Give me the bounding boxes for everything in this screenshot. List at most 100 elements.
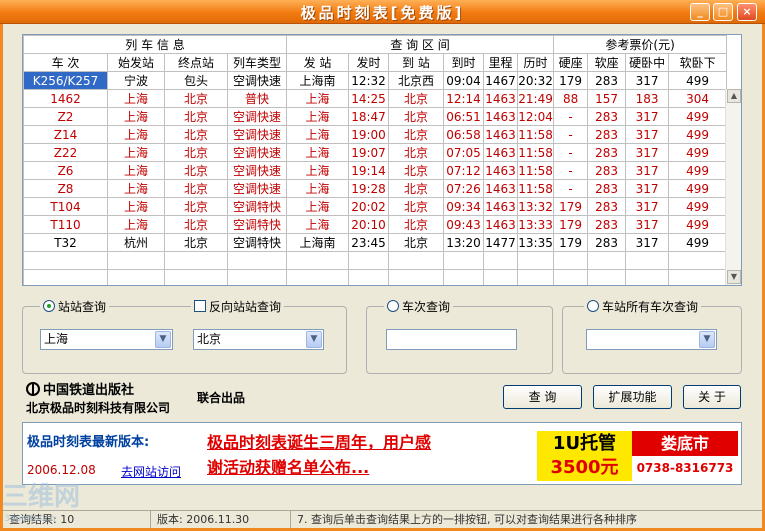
table-cell[interactable]: 157 — [587, 89, 627, 108]
table-cell[interactable]: 19:00 — [348, 125, 390, 144]
reverse-query-option[interactable]: 反向站站查询 — [191, 298, 285, 314]
table-cell[interactable]: 上海 — [107, 107, 165, 126]
table-row[interactable]: Z2 上海 北京 空调快速 上海 18:47 北京 06:51 1463 12:04-283 317… — [23, 107, 728, 126]
column-header[interactable]: 终点站 — [164, 53, 228, 72]
table-cell[interactable]: 空调快速 — [226, 71, 288, 90]
table-cell[interactable]: 18:47 — [348, 107, 390, 126]
table-cell[interactable]: - — [553, 143, 589, 162]
visit-website-link[interactable]: 去网站访问 — [121, 463, 181, 480]
table-cell[interactable]: 北京 — [388, 125, 445, 144]
table-cell[interactable]: K256/K257 — [23, 71, 108, 90]
table-cell[interactable]: 499 — [668, 107, 728, 126]
radio-icon[interactable] — [587, 300, 599, 312]
table-cell[interactable]: 11:58 — [517, 179, 555, 198]
table-cell[interactable]: T32 — [23, 233, 108, 252]
table-cell[interactable]: 北京 — [164, 197, 228, 216]
table-cell[interactable]: 179 — [553, 233, 589, 252]
chevron-down-icon[interactable]: ▼ — [306, 331, 322, 348]
table-cell[interactable]: 317 — [625, 143, 670, 162]
column-header[interactable]: 发时 — [348, 53, 390, 72]
table-cell[interactable]: - — [553, 107, 589, 126]
column-header[interactable]: 历时 — [517, 53, 555, 72]
table-cell[interactable]: 317 — [625, 233, 670, 252]
table-cell[interactable]: 上海 — [107, 125, 165, 144]
city-ad[interactable]: 娄底市 0738-8316773 — [632, 431, 738, 481]
table-cell[interactable]: 499 — [668, 179, 728, 198]
table-cell[interactable]: 179 — [553, 71, 589, 90]
table-cell[interactable]: 09:34 — [443, 197, 485, 216]
table-cell[interactable]: 上海 — [286, 125, 350, 144]
table-cell[interactable]: 317 — [625, 197, 670, 216]
table-cell[interactable]: 北京 — [388, 89, 445, 108]
table-cell[interactable]: 上海 — [286, 179, 350, 198]
table-cell[interactable]: 1477 — [483, 233, 519, 252]
table-cell[interactable]: 空调特快 — [226, 233, 288, 252]
query-button[interactable]: 查 询 — [503, 385, 582, 409]
table-cell[interactable]: 499 — [668, 71, 728, 90]
table-cell[interactable]: 北京 — [388, 161, 445, 180]
table-cell[interactable]: 北京西 — [388, 71, 445, 90]
table-cell[interactable]: Z8 — [23, 179, 108, 198]
table-cell[interactable]: 北京 — [388, 179, 445, 198]
table-cell[interactable]: 13:33 — [517, 215, 555, 234]
column-header[interactable]: 硬座 — [553, 53, 589, 72]
table-cell[interactable]: 上海 — [107, 197, 165, 216]
table-row[interactable]: Z14 上海 北京 空调快速 上海 19:00 北京 06:58 1463 11:58-283 31… — [23, 125, 728, 144]
table-cell[interactable]: 07:26 — [443, 179, 485, 198]
table-cell[interactable]: 北京 — [164, 107, 228, 126]
table-cell[interactable]: 21:49 — [517, 89, 555, 108]
column-header[interactable]: 到时 — [443, 53, 485, 72]
table-cell[interactable]: 499 — [668, 125, 728, 144]
table-cell[interactable]: 北京 — [388, 197, 445, 216]
table-cell[interactable]: 283 — [587, 179, 627, 198]
column-header[interactable]: 里程 — [483, 53, 519, 72]
table-cell[interactable]: 19:14 — [348, 161, 390, 180]
table-cell[interactable]: 06:51 — [443, 107, 485, 126]
table-cell[interactable]: 上海 — [286, 89, 350, 108]
table-cell[interactable]: 空调特快 — [226, 197, 288, 216]
table-cell[interactable]: 283 — [587, 233, 627, 252]
table-cell[interactable]: 包头 — [164, 71, 228, 90]
table-cell[interactable]: 283 — [587, 107, 627, 126]
vertical-scrollbar[interactable]: ▲ ▼ — [725, 89, 741, 285]
table-cell[interactable]: 北京 — [164, 215, 228, 234]
news-line[interactable]: 谢活动获赠名单公布... — [207, 455, 537, 480]
table-cell[interactable]: 179 — [553, 197, 589, 216]
table-cell[interactable]: 11:58 — [517, 125, 555, 144]
table-cell[interactable]: 23:45 — [348, 233, 390, 252]
table-cell[interactable]: T110 — [23, 215, 108, 234]
hosting-ad[interactable]: 1U托管 3500元 — [537, 431, 632, 481]
table-cell[interactable]: - — [553, 161, 589, 180]
table-cell[interactable]: 183 — [625, 89, 670, 108]
column-header[interactable]: 车 次 — [23, 53, 108, 72]
table-cell[interactable]: 杭州 — [107, 233, 165, 252]
chevron-down-icon[interactable]: ▼ — [699, 331, 715, 348]
table-cell[interactable]: 499 — [668, 233, 728, 252]
table-cell[interactable]: 1463 — [483, 107, 519, 126]
table-cell[interactable]: Z6 — [23, 161, 108, 180]
table-cell[interactable]: 317 — [625, 161, 670, 180]
table-cell[interactable]: 12:14 — [443, 89, 485, 108]
table-cell[interactable]: 空调快速 — [226, 143, 288, 162]
column-header[interactable]: 到 站 — [388, 53, 445, 72]
to-station-select[interactable]: 北京 ▼ — [193, 329, 324, 350]
table-cell[interactable]: 283 — [587, 125, 627, 144]
table-cell[interactable]: 304 — [668, 89, 728, 108]
table-cell[interactable]: 09:43 — [443, 215, 485, 234]
table-cell[interactable]: 上海 — [107, 179, 165, 198]
table-cell[interactable]: 空调特快 — [226, 215, 288, 234]
from-station-select[interactable]: 上海 ▼ — [40, 329, 173, 350]
table-cell[interactable]: 上海南 — [286, 233, 350, 252]
radio-icon[interactable] — [387, 300, 399, 312]
table-cell[interactable]: 上海南 — [286, 71, 350, 90]
station-query-option[interactable]: 站站查询 — [40, 298, 110, 314]
table-cell[interactable]: 13:20 — [443, 233, 485, 252]
table-cell[interactable]: 09:04 — [443, 71, 485, 90]
table-row[interactable]: T110 上海 北京 空调特快 上海 20:10 北京 09:43 1463 13:33 179 28… — [23, 215, 728, 234]
table-cell[interactable]: 空调快速 — [226, 179, 288, 198]
table-cell[interactable]: 1463 — [483, 161, 519, 180]
table-cell[interactable]: 宁波 — [107, 71, 165, 90]
table-cell[interactable]: 07:12 — [443, 161, 485, 180]
table-cell[interactable]: Z14 — [23, 125, 108, 144]
maximize-button[interactable]: □ — [713, 3, 733, 21]
